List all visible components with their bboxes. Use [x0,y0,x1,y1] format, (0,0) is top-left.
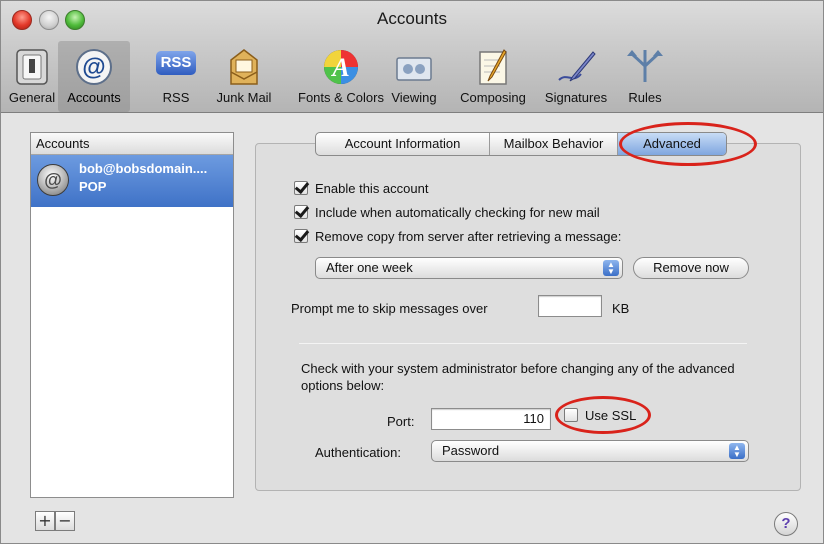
toolbar-composing[interactable]: Composing [457,46,529,108]
rss-icon: RSS [153,46,199,88]
toolbar-accounts[interactable]: @ Accounts [58,41,130,112]
include-check-checkbox[interactable]: Include when automatically checking for … [294,203,600,221]
checkbox-label: Include when automatically checking for … [315,204,600,220]
rss-badge: RSS [156,51,196,75]
prompt-unit: KB [612,301,630,316]
signature-pen-icon [553,46,599,88]
remove-after-select[interactable]: After one week ▲ ▼ [315,257,623,279]
tab-advanced[interactable]: Advanced [618,133,726,155]
toolbar-label: Accounts [67,90,121,105]
checkbox-box[interactable] [294,205,308,219]
prompt-label: Prompt me to skip messages over [291,301,488,316]
toolbar-general[interactable]: General [7,46,57,108]
rules-icon [622,46,668,88]
updown-arrows-icon: ▲ ▼ [729,443,745,459]
toolbar-label: RSS [162,90,190,105]
toolbar-fonts-colors[interactable]: A Fonts & Colors [298,46,384,108]
checkbox-label: Use SSL [585,407,637,423]
composing-icon [470,46,516,88]
checkbox-box[interactable] [294,181,308,195]
window-title: Accounts [377,9,447,28]
checkbox-box[interactable] [564,408,578,422]
account-row[interactable]: @ bob@bobsdomain.... POP [31,155,233,207]
account-name: bob@bobsdomain.... [79,161,208,176]
remove-copy-checkbox[interactable]: Remove copy from server after retrieving… [294,227,621,245]
toolbar-viewing[interactable]: Viewing [386,46,442,108]
port-label: Port: [387,414,415,429]
at-sign-icon: @ [71,46,117,88]
general-switch-icon [9,46,55,88]
toolbar-junk-mail[interactable]: Junk Mail [213,46,275,108]
use-ssl-checkbox[interactable]: Use SSL [564,406,636,424]
account-avatar-icon: @ [37,164,69,196]
toolbar-label: Junk Mail [216,90,272,105]
authentication-select[interactable]: Password ▲ ▼ [431,440,749,462]
remove-now-button[interactable]: Remove now [633,257,749,279]
remove-after-value: After one week [326,260,413,275]
toolbar-signatures[interactable]: Signatures [541,46,611,108]
toolbar-label: Viewing [391,90,437,105]
tab-mailbox-behavior[interactable]: Mailbox Behavior [490,133,618,155]
toolbar-label: Rules [628,90,662,105]
help-button[interactable]: ? [774,512,798,536]
accounts-list-header: Accounts [31,133,233,155]
junk-mail-icon [221,46,267,88]
title-toolbar: Accounts General @ Accounts RSS RSS Junk… [1,1,823,113]
enable-account-checkbox[interactable]: Enable this account [294,179,428,197]
toolbar-rss[interactable]: RSS RSS [151,46,201,108]
account-type: POP [79,179,107,194]
svg-text:A: A [330,53,349,82]
checkbox-label: Remove copy from server after retrieving… [315,228,622,244]
toolbar-label: General [8,90,56,105]
checkbox-box[interactable] [294,229,308,243]
divider [299,343,747,344]
toolbar-label: Signatures [544,90,608,105]
updown-arrows-icon: ▲ ▼ [603,260,619,276]
toolbar-label: Fonts & Colors [298,90,384,105]
prompt-size-input[interactable] [538,295,602,317]
tab-bar: Account Information Mailbox Behavior Adv… [315,132,727,156]
authentication-value: Password [442,443,500,458]
accounts-list: Accounts @ bob@bobsdomain.... POP [30,132,234,498]
svg-text:@: @ [82,54,105,81]
preferences-window: Accounts General @ Accounts RSS RSS Junk… [0,0,824,544]
remove-account-button[interactable]: − [55,511,75,531]
port-input[interactable]: 110 [431,408,551,430]
admin-notice: Check with your system administrator bef… [301,361,735,393]
toolbar-rules[interactable]: Rules [621,46,669,108]
font-icon: A [318,46,364,88]
add-account-button[interactable]: + [35,511,55,531]
toolbar-label: Composing [460,90,526,105]
checkbox-label: Enable this account [315,180,429,196]
authentication-label: Authentication: [315,445,402,460]
viewing-icon [391,46,437,88]
tab-account-information[interactable]: Account Information [316,133,490,155]
